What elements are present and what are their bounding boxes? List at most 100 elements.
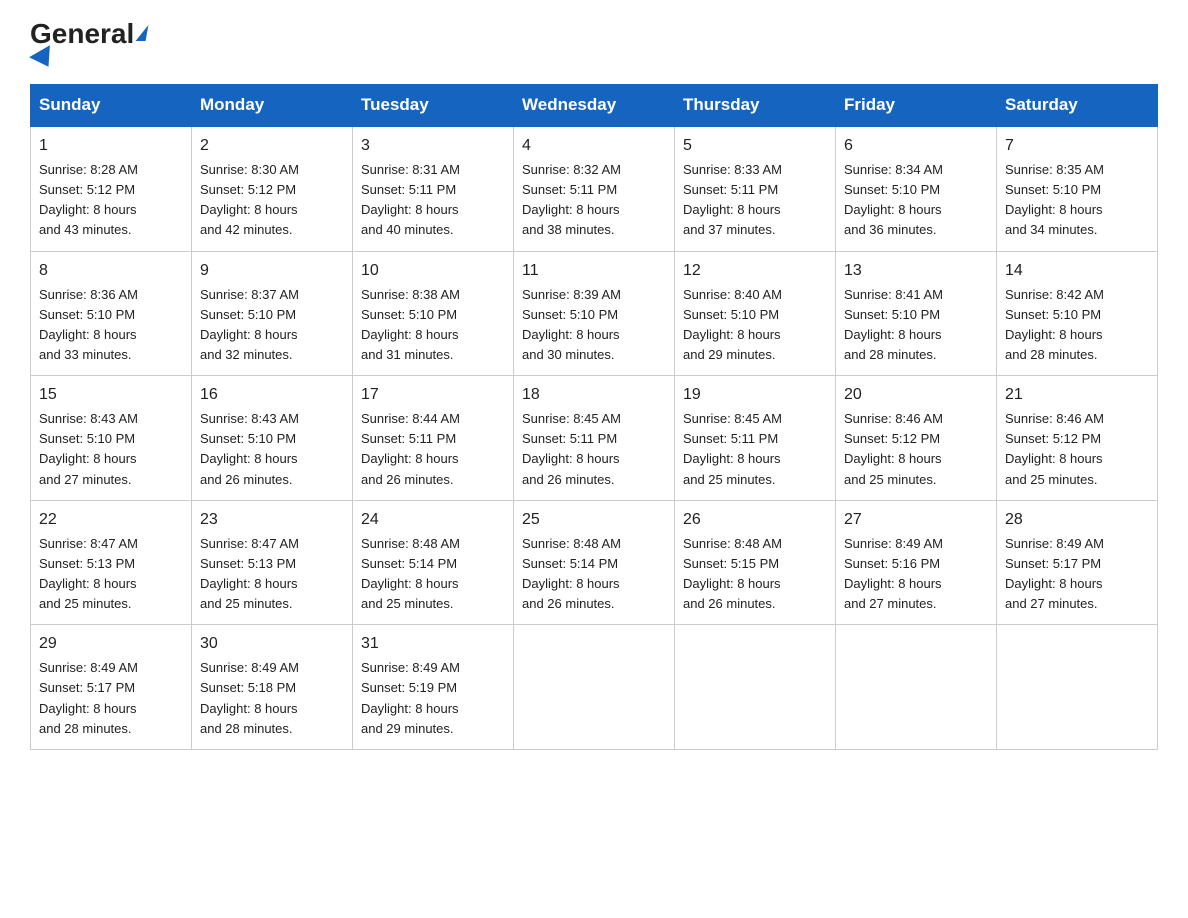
calendar-cell: 1 Sunrise: 8:28 AMSunset: 5:12 PMDayligh… (31, 126, 192, 251)
day-info: Sunrise: 8:34 AMSunset: 5:10 PMDaylight:… (844, 160, 988, 241)
day-info: Sunrise: 8:49 AMSunset: 5:19 PMDaylight:… (361, 658, 505, 739)
day-info: Sunrise: 8:43 AMSunset: 5:10 PMDaylight:… (39, 409, 183, 490)
day-number: 16 (200, 383, 344, 407)
calendar-week-row: 15 Sunrise: 8:43 AMSunset: 5:10 PMDaylig… (31, 376, 1158, 501)
day-number: 6 (844, 134, 988, 158)
col-header-wednesday: Wednesday (514, 85, 675, 127)
calendar-cell: 12 Sunrise: 8:40 AMSunset: 5:10 PMDaylig… (675, 251, 836, 376)
calendar-cell: 22 Sunrise: 8:47 AMSunset: 5:13 PMDaylig… (31, 500, 192, 625)
day-info: Sunrise: 8:45 AMSunset: 5:11 PMDaylight:… (522, 409, 666, 490)
day-info: Sunrise: 8:33 AMSunset: 5:11 PMDaylight:… (683, 160, 827, 241)
day-number: 20 (844, 383, 988, 407)
day-info: Sunrise: 8:49 AMSunset: 5:16 PMDaylight:… (844, 534, 988, 615)
calendar-cell (997, 625, 1158, 750)
calendar-cell: 5 Sunrise: 8:33 AMSunset: 5:11 PMDayligh… (675, 126, 836, 251)
day-number: 19 (683, 383, 827, 407)
calendar-cell: 6 Sunrise: 8:34 AMSunset: 5:10 PMDayligh… (836, 126, 997, 251)
day-info: Sunrise: 8:49 AMSunset: 5:17 PMDaylight:… (39, 658, 183, 739)
day-info: Sunrise: 8:46 AMSunset: 5:12 PMDaylight:… (1005, 409, 1149, 490)
day-info: Sunrise: 8:30 AMSunset: 5:12 PMDaylight:… (200, 160, 344, 241)
day-number: 29 (39, 632, 183, 656)
calendar-cell: 16 Sunrise: 8:43 AMSunset: 5:10 PMDaylig… (192, 376, 353, 501)
day-number: 18 (522, 383, 666, 407)
day-info: Sunrise: 8:31 AMSunset: 5:11 PMDaylight:… (361, 160, 505, 241)
day-info: Sunrise: 8:28 AMSunset: 5:12 PMDaylight:… (39, 160, 183, 241)
logo-triangle-icon (29, 45, 59, 73)
calendar-week-row: 1 Sunrise: 8:28 AMSunset: 5:12 PMDayligh… (31, 126, 1158, 251)
day-number: 31 (361, 632, 505, 656)
day-info: Sunrise: 8:41 AMSunset: 5:10 PMDaylight:… (844, 285, 988, 366)
day-number: 5 (683, 134, 827, 158)
day-number: 15 (39, 383, 183, 407)
logo-blue-text (30, 48, 56, 66)
day-number: 3 (361, 134, 505, 158)
calendar-cell (675, 625, 836, 750)
day-number: 21 (1005, 383, 1149, 407)
day-number: 26 (683, 508, 827, 532)
calendar-cell: 31 Sunrise: 8:49 AMSunset: 5:19 PMDaylig… (353, 625, 514, 750)
day-number: 17 (361, 383, 505, 407)
calendar-cell (514, 625, 675, 750)
page-header: General (30, 20, 1158, 66)
calendar-cell (836, 625, 997, 750)
day-number: 30 (200, 632, 344, 656)
calendar-cell: 13 Sunrise: 8:41 AMSunset: 5:10 PMDaylig… (836, 251, 997, 376)
calendar-cell: 14 Sunrise: 8:42 AMSunset: 5:10 PMDaylig… (997, 251, 1158, 376)
calendar-cell: 9 Sunrise: 8:37 AMSunset: 5:10 PMDayligh… (192, 251, 353, 376)
day-number: 27 (844, 508, 988, 532)
day-number: 7 (1005, 134, 1149, 158)
day-number: 25 (522, 508, 666, 532)
day-info: Sunrise: 8:48 AMSunset: 5:15 PMDaylight:… (683, 534, 827, 615)
col-header-thursday: Thursday (675, 85, 836, 127)
day-number: 8 (39, 259, 183, 283)
day-number: 4 (522, 134, 666, 158)
calendar-cell: 27 Sunrise: 8:49 AMSunset: 5:16 PMDaylig… (836, 500, 997, 625)
day-number: 28 (1005, 508, 1149, 532)
day-info: Sunrise: 8:47 AMSunset: 5:13 PMDaylight:… (200, 534, 344, 615)
col-header-sunday: Sunday (31, 85, 192, 127)
day-number: 10 (361, 259, 505, 283)
calendar-cell: 15 Sunrise: 8:43 AMSunset: 5:10 PMDaylig… (31, 376, 192, 501)
calendar-week-row: 8 Sunrise: 8:36 AMSunset: 5:10 PMDayligh… (31, 251, 1158, 376)
day-info: Sunrise: 8:35 AMSunset: 5:10 PMDaylight:… (1005, 160, 1149, 241)
calendar-cell: 19 Sunrise: 8:45 AMSunset: 5:11 PMDaylig… (675, 376, 836, 501)
calendar-cell: 29 Sunrise: 8:49 AMSunset: 5:17 PMDaylig… (31, 625, 192, 750)
day-number: 13 (844, 259, 988, 283)
day-info: Sunrise: 8:38 AMSunset: 5:10 PMDaylight:… (361, 285, 505, 366)
calendar-cell: 10 Sunrise: 8:38 AMSunset: 5:10 PMDaylig… (353, 251, 514, 376)
logo: General (30, 20, 147, 66)
day-info: Sunrise: 8:49 AMSunset: 5:18 PMDaylight:… (200, 658, 344, 739)
calendar-cell: 28 Sunrise: 8:49 AMSunset: 5:17 PMDaylig… (997, 500, 1158, 625)
calendar-week-row: 22 Sunrise: 8:47 AMSunset: 5:13 PMDaylig… (31, 500, 1158, 625)
day-info: Sunrise: 8:37 AMSunset: 5:10 PMDaylight:… (200, 285, 344, 366)
calendar-cell: 8 Sunrise: 8:36 AMSunset: 5:10 PMDayligh… (31, 251, 192, 376)
calendar-cell: 11 Sunrise: 8:39 AMSunset: 5:10 PMDaylig… (514, 251, 675, 376)
calendar-cell: 25 Sunrise: 8:48 AMSunset: 5:14 PMDaylig… (514, 500, 675, 625)
col-header-tuesday: Tuesday (353, 85, 514, 127)
day-number: 11 (522, 259, 666, 283)
day-info: Sunrise: 8:48 AMSunset: 5:14 PMDaylight:… (361, 534, 505, 615)
calendar-cell: 24 Sunrise: 8:48 AMSunset: 5:14 PMDaylig… (353, 500, 514, 625)
day-info: Sunrise: 8:44 AMSunset: 5:11 PMDaylight:… (361, 409, 505, 490)
day-info: Sunrise: 8:32 AMSunset: 5:11 PMDaylight:… (522, 160, 666, 241)
day-info: Sunrise: 8:36 AMSunset: 5:10 PMDaylight:… (39, 285, 183, 366)
day-info: Sunrise: 8:46 AMSunset: 5:12 PMDaylight:… (844, 409, 988, 490)
day-number: 22 (39, 508, 183, 532)
day-number: 12 (683, 259, 827, 283)
calendar-week-row: 29 Sunrise: 8:49 AMSunset: 5:17 PMDaylig… (31, 625, 1158, 750)
calendar-header-row: SundayMondayTuesdayWednesdayThursdayFrid… (31, 85, 1158, 127)
calendar-cell: 4 Sunrise: 8:32 AMSunset: 5:11 PMDayligh… (514, 126, 675, 251)
day-number: 1 (39, 134, 183, 158)
calendar-cell: 2 Sunrise: 8:30 AMSunset: 5:12 PMDayligh… (192, 126, 353, 251)
day-number: 14 (1005, 259, 1149, 283)
day-number: 9 (200, 259, 344, 283)
col-header-friday: Friday (836, 85, 997, 127)
calendar-cell: 3 Sunrise: 8:31 AMSunset: 5:11 PMDayligh… (353, 126, 514, 251)
day-info: Sunrise: 8:45 AMSunset: 5:11 PMDaylight:… (683, 409, 827, 490)
day-number: 2 (200, 134, 344, 158)
calendar-cell: 21 Sunrise: 8:46 AMSunset: 5:12 PMDaylig… (997, 376, 1158, 501)
calendar-cell: 18 Sunrise: 8:45 AMSunset: 5:11 PMDaylig… (514, 376, 675, 501)
day-info: Sunrise: 8:39 AMSunset: 5:10 PMDaylight:… (522, 285, 666, 366)
calendar-cell: 30 Sunrise: 8:49 AMSunset: 5:18 PMDaylig… (192, 625, 353, 750)
day-info: Sunrise: 8:49 AMSunset: 5:17 PMDaylight:… (1005, 534, 1149, 615)
